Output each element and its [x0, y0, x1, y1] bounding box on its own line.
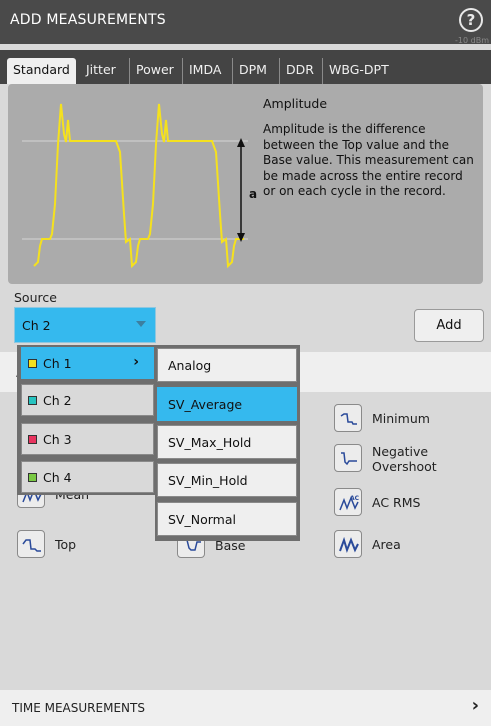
tab-ddr[interactable]: DDR [279, 58, 320, 84]
time-measurements-label: TIME MEASUREMENTS [12, 701, 145, 715]
channel-item-ch2[interactable]: Ch 2 [21, 384, 154, 416]
channel-color-swatch [28, 473, 37, 482]
tab-wbg-dpt[interactable]: WBG-DPT [322, 58, 395, 84]
description-panel: a Amplitude Amplitude is the difference … [8, 84, 483, 284]
waveform-trace [33, 103, 244, 269]
measurement-description: Amplitude is the difference between the … [263, 122, 474, 198]
header-bar: ADD MEASUREMENTS -10 dBm ? [0, 0, 491, 45]
page-title: ADD MEASUREMENTS [10, 12, 166, 28]
minimum-label: Minimum [372, 411, 430, 426]
help-icon[interactable]: ? [459, 8, 483, 32]
source-value: Ch 2 [22, 318, 51, 333]
source-type-label: SV_Max_Hold [168, 435, 252, 450]
measurement-minimum[interactable]: Minimum [334, 404, 484, 432]
measurement-negative-overshoot[interactable]: Negative Overshoot [334, 444, 484, 474]
channel-label: Ch 2 [43, 393, 72, 408]
source-type-label: SV_Normal [168, 512, 236, 527]
arrow-up-head [237, 138, 245, 147]
channel-label: Ch 4 [43, 470, 72, 485]
source-type-analog[interactable]: Analog [157, 348, 297, 382]
background-level-text: -10 dBm [455, 36, 489, 45]
source-type-submenu: Analog SV_Average SV_Max_Hold SV_Min_Hol… [155, 345, 300, 541]
top-label: Top [55, 537, 77, 552]
chevron-right-icon: › [133, 354, 139, 370]
source-type-sv-min-hold[interactable]: SV_Min_Hold [157, 463, 297, 497]
channel-label: Ch 3 [43, 432, 72, 447]
amplitude-diagram: a [22, 103, 257, 269]
ac-rms-label: AC RMS [372, 495, 421, 510]
measurement-tabs: Standard Jitter Power IMDA DPM DDR WBG-D… [0, 50, 491, 84]
base-icon [177, 540, 205, 558]
measurement-top[interactable]: Top [17, 530, 167, 558]
tab-standard[interactable]: Standard [7, 58, 76, 84]
measurement-base[interactable]: Base [177, 540, 297, 558]
measurement-area[interactable]: Area [334, 530, 484, 558]
measurement-name: Amplitude [263, 96, 328, 111]
tab-dpm[interactable]: DPM [232, 58, 273, 84]
source-type-sv-average[interactable]: SV_Average [157, 387, 297, 421]
area-label: Area [372, 537, 401, 552]
source-type-sv-max-hold[interactable]: SV_Max_Hold [157, 425, 297, 459]
ac-rms-icon: AC [334, 488, 362, 516]
measurement-ac-rms[interactable]: AC AC RMS [334, 488, 484, 516]
channel-color-swatch [28, 435, 37, 444]
channel-color-swatch [28, 359, 37, 368]
top-icon [17, 530, 45, 558]
source-label: Source [14, 290, 57, 305]
chevron-down-icon [136, 321, 146, 327]
area-icon [334, 530, 362, 558]
minimum-icon [334, 404, 362, 432]
channel-menu: Ch 1 › Ch 2 Ch 3 Ch 4 [17, 345, 157, 495]
channel-item-ch3[interactable]: Ch 3 [21, 423, 154, 455]
source-type-sv-normal[interactable]: SV_Normal [157, 502, 297, 536]
channel-item-ch4[interactable]: Ch 4 [21, 461, 154, 493]
chevron-right-icon: › [471, 695, 479, 716]
channel-color-swatch [28, 396, 37, 405]
arrow-down-head [237, 233, 245, 242]
time-measurements-section[interactable]: TIME MEASUREMENTS › [0, 690, 491, 726]
source-dropdown[interactable]: Ch 2 [14, 307, 156, 343]
source-type-label: Analog [168, 358, 212, 373]
channel-item-ch1[interactable]: Ch 1 › [21, 347, 154, 379]
tab-power[interactable]: Power [129, 58, 180, 84]
negative-overshoot-icon [334, 444, 362, 472]
channel-label: Ch 1 [43, 356, 72, 371]
source-type-label: SV_Average [168, 397, 243, 412]
add-button[interactable]: Add [414, 309, 484, 342]
negative-overshoot-label: Negative Overshoot [372, 444, 437, 474]
base-label: Base [215, 540, 246, 553]
svg-text:AC: AC [350, 495, 360, 502]
tab-jitter[interactable]: Jitter [80, 58, 122, 84]
source-type-label: SV_Min_Hold [168, 473, 248, 488]
tab-imda[interactable]: IMDA [182, 58, 227, 84]
amplitude-marker-label: a [249, 187, 257, 201]
